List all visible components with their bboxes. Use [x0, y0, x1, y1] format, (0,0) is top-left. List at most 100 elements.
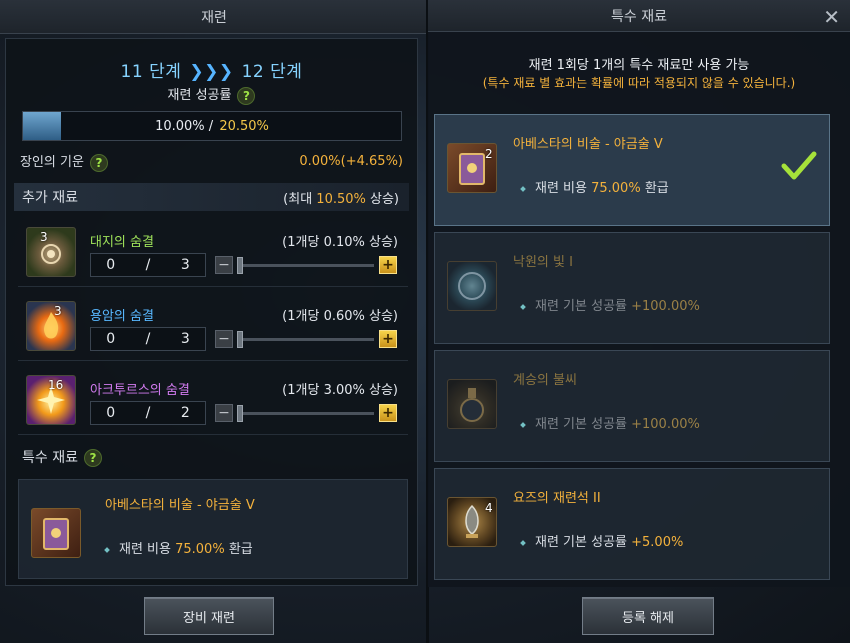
refine-panel: 재련 11 단계 ❯❯❯ 12 단계 재련 성공률? 10.00% / 20.50%…: [0, 0, 428, 643]
bullet-icon: [520, 303, 526, 310]
increase-button[interactable]: +: [379, 256, 397, 274]
quantity-max: 2: [180, 405, 190, 421]
quantity-input[interactable]: 0 / 2: [90, 401, 206, 425]
quantity-slider-track[interactable]: [238, 338, 374, 341]
material-per-unit: (1개당 0.10% 상승): [282, 235, 398, 250]
special-material-panel: 특수 재료 ✕ 재련 1회당 1개의 특수 재료만 사용 가능 (특수 재료 별…: [428, 0, 850, 643]
special-material-list: 재련 1회당 1개의 특수 재료만 사용 가능 (특수 재료 별 효과는 확률에…: [428, 32, 850, 587]
special-material-label: 특수 재료: [22, 450, 78, 466]
special-material-slot[interactable]: 아베스타의 비술 - 야금술 V 재련 비용 75.00% 환급: [18, 479, 408, 579]
decrease-button[interactable]: −: [215, 330, 233, 348]
quantity-slider-knob[interactable]: [237, 257, 243, 274]
extra-max-value: 10.50%: [316, 191, 366, 207]
stage-arrows-icon: ❯❯❯: [189, 62, 234, 82]
decrease-button[interactable]: −: [215, 404, 233, 422]
quantity-slider-knob[interactable]: [237, 331, 243, 348]
quantity-input[interactable]: 0 / 3: [90, 253, 206, 277]
desc-suffix: 환급: [640, 181, 669, 196]
material-name: 용암의 숨결: [90, 309, 154, 324]
potion-icon: [447, 379, 497, 429]
artisan-energy-value: 0.00%(+4.65%): [299, 153, 403, 169]
quantity-slash: /: [145, 405, 151, 421]
earth-breath-icon: [26, 227, 76, 277]
success-rate-title: 재련 성공률?: [6, 84, 417, 105]
material-desc: 재련 기본 성공률 +5.00%: [520, 531, 684, 550]
bullet-icon: [104, 546, 110, 553]
decrease-button[interactable]: −: [215, 256, 233, 274]
material-name: 계승의 불씨: [513, 373, 577, 388]
extra-materials-max: (최대 10.50% 상승): [283, 188, 399, 207]
extra-max-suffix: 상승): [365, 191, 399, 207]
book-icon: [31, 508, 81, 558]
desc-text: 재련 비용: [535, 181, 592, 196]
special-material-card[interactable]: 계승의 불씨 재련 기본 성공률 +100.00%: [434, 350, 830, 462]
special-material-desc: 재련 비용 75.00% 환급: [104, 538, 253, 557]
bullet-icon: [520, 185, 526, 192]
quantity-max: 3: [180, 331, 190, 347]
increase-button[interactable]: +: [379, 404, 397, 422]
orb-icon: [447, 261, 497, 311]
success-rate-label: 재련 성공률: [167, 88, 232, 103]
quantity-value: 0: [106, 331, 116, 347]
desc-text: 재련 기본 성공률: [535, 417, 632, 432]
quantity-input[interactable]: 0 / 3: [90, 327, 206, 351]
help-icon[interactable]: ?: [89, 153, 108, 172]
quantity-slider-track[interactable]: [238, 264, 374, 267]
special-material-panel-title: 특수 재료: [611, 8, 667, 25]
extra-max-prefix: (최대: [283, 191, 317, 207]
stage-indicator: 11 단계 ❯❯❯ 12 단계: [6, 57, 417, 82]
material-per-unit: (1개당 0.60% 상승): [282, 309, 398, 324]
quantity-slider-knob[interactable]: [237, 405, 243, 422]
desc-value: +5.00%: [631, 535, 684, 550]
material-desc: 재련 비용 75.00% 환급: [520, 177, 669, 196]
material-name: 대지의 숨결: [90, 235, 154, 250]
success-rate-current: 10.00%: [155, 118, 205, 134]
probability-notice: (특수 재료 별 효과는 확률에 따라 적용되지 않을 수 있습니다.): [482, 76, 796, 90]
material-desc: 재련 기본 성공률 +100.00%: [520, 413, 700, 432]
quantity-slash: /: [145, 257, 151, 273]
desc-text: 재련 기본 성공률: [535, 299, 632, 314]
desc-value: +100.00%: [631, 299, 700, 314]
special-desc-value: 75.00%: [175, 542, 225, 557]
close-icon[interactable]: ✕: [823, 5, 840, 29]
quantity-slash: /: [145, 331, 151, 347]
material-name: 아크투르스의 숨결: [90, 383, 190, 398]
success-rate-total: 20.50%: [219, 118, 269, 134]
special-material-card[interactable]: 4 요즈의 재련석 II 재련 기본 성공률 +5.00%: [434, 468, 830, 580]
lava-breath-icon: [26, 301, 76, 351]
extra-materials-label: 추가 재료: [22, 190, 78, 206]
artisan-energy-row: 장인의 기운? 0.00%(+4.65%): [20, 151, 403, 172]
check-icon: [781, 151, 817, 180]
success-rate-bar-text: 10.00% / 20.50%: [23, 112, 401, 140]
refine-equipment-button[interactable]: 장비 재련: [144, 597, 274, 635]
help-icon[interactable]: ?: [237, 86, 256, 105]
material-count: 3: [54, 304, 62, 318]
bullet-icon: [520, 539, 526, 546]
special-material-card[interactable]: 2 아베스타의 비술 - 야금술 V 재련 비용 75.00% 환급: [434, 114, 830, 226]
unregister-button[interactable]: 등록 해제: [582, 597, 714, 635]
bullet-icon: [520, 421, 526, 428]
special-material-card[interactable]: 낙원의 빛 I 재련 기본 성공률 +100.00%: [434, 232, 830, 344]
usage-notice: 재련 1회당 1개의 특수 재료만 사용 가능: [528, 58, 750, 73]
refine-panel-body: 11 단계 ❯❯❯ 12 단계 재련 성공률? 10.00% / 20.50% 장인…: [5, 38, 418, 586]
increase-button[interactable]: +: [379, 330, 397, 348]
special-material-name: 아베스타의 비술 - 야금술 V: [105, 498, 255, 513]
material-name: 낙원의 빛 I: [513, 255, 573, 270]
quantity-slider-track[interactable]: [238, 412, 374, 415]
artisan-energy-label: 장인의 기운: [20, 155, 84, 170]
material-row-arcturus: 16 아크투르스의 숨결 (1개당 3.00% 상승) 0 / 2 − +: [18, 363, 408, 435]
material-count: 3: [40, 230, 48, 244]
special-desc-prefix: 재련 비용: [119, 542, 176, 557]
material-desc: 재련 기본 성공률 +100.00%: [520, 295, 700, 314]
quantity-max: 3: [180, 257, 190, 273]
material-count: 4: [485, 501, 493, 515]
extra-materials-header: 추가 재료 (최대 10.50% 상승): [14, 183, 409, 211]
special-material-header: 특수 재료?: [14, 443, 409, 471]
stage-from: 11 단계: [120, 62, 182, 82]
material-per-unit: (1개당 3.00% 상승): [282, 383, 398, 398]
help-icon[interactable]: ?: [83, 449, 102, 467]
material-name: 아베스타의 비술 - 야금술 V: [513, 137, 663, 152]
success-rate-bar: 10.00% / 20.50%: [22, 111, 402, 141]
quantity-value: 0: [106, 405, 116, 421]
refine-panel-title: 재련: [0, 0, 428, 34]
